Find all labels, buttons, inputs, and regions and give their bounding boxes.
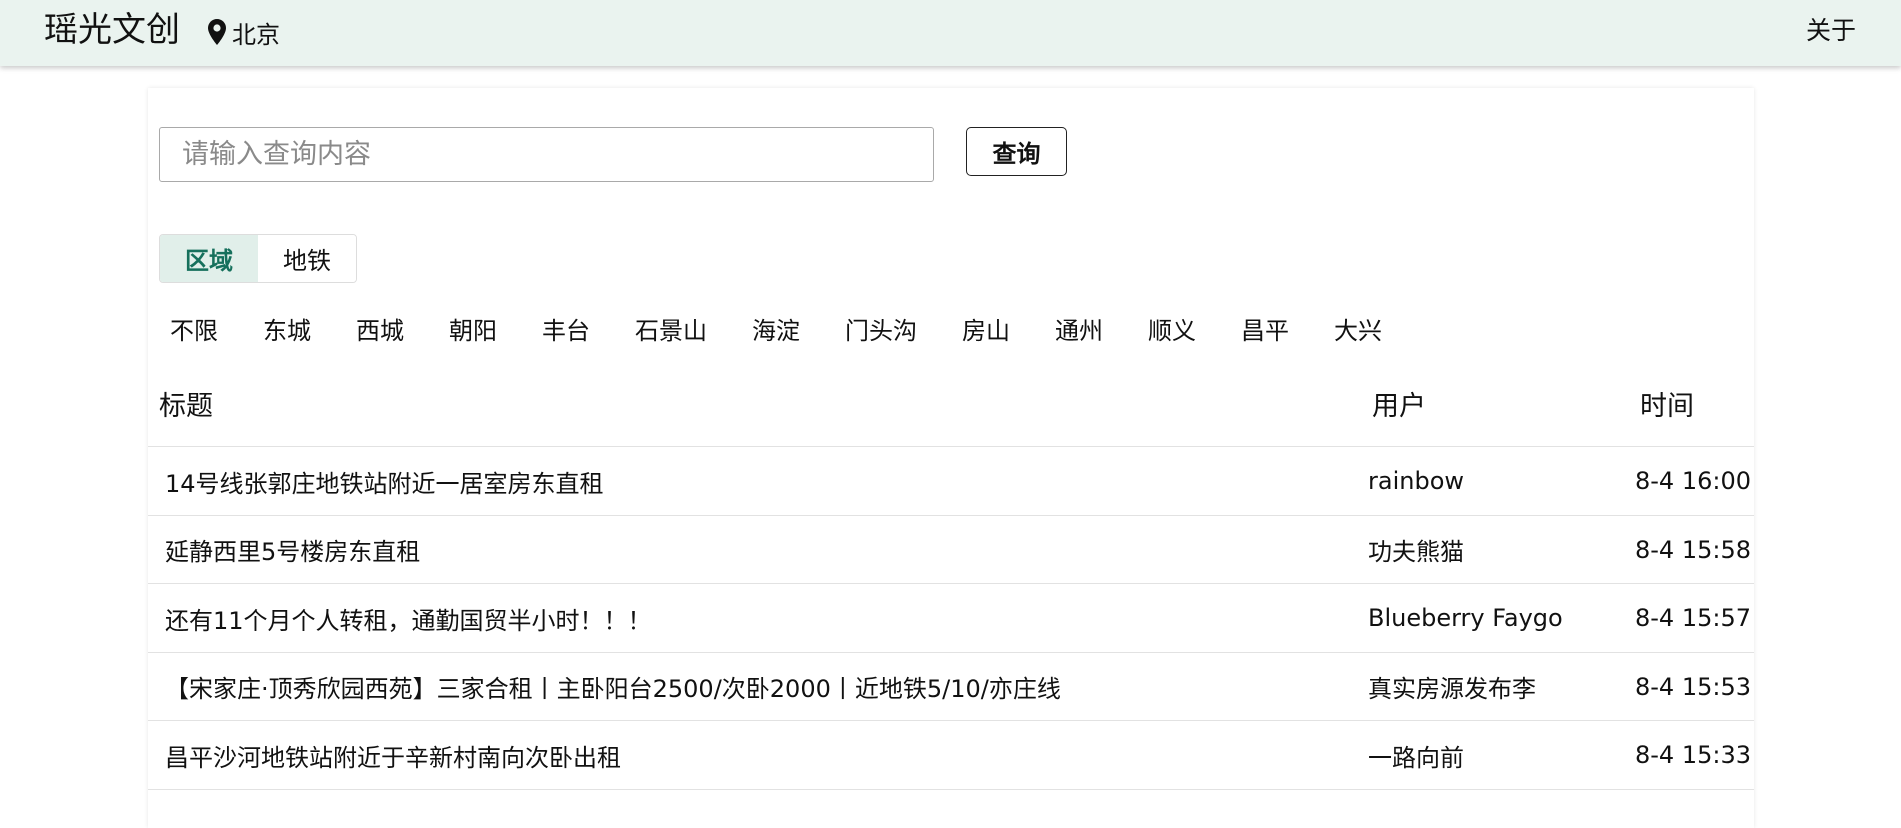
top-bar: 瑶光文创 北京 关于	[0, 0, 1901, 66]
city-label: 北京	[232, 20, 280, 49]
main-panel: 查询 区域 地铁 不限 东城 西城 朝阳 丰台 石景山 海淀 门头沟 房山 通州…	[148, 88, 1754, 828]
district-option[interactable]: 西城	[356, 311, 404, 346]
listing-user: rainbow	[1368, 467, 1464, 495]
brand-logo-text[interactable]: 瑶光文创	[44, 10, 180, 50]
table-row[interactable]: 延静西里5号楼房东直租 功夫熊猫 8-4 15:58	[148, 514, 1754, 584]
listing-title[interactable]: 昌平沙河地铁站附近于辛新村南向次卧出租	[165, 721, 621, 789]
district-option[interactable]: 大兴	[1334, 311, 1382, 346]
district-option[interactable]: 顺义	[1148, 311, 1196, 346]
listing-title[interactable]: 延静西里5号楼房东直租	[165, 516, 420, 584]
district-option[interactable]: 通州	[1055, 311, 1103, 346]
district-option[interactable]: 东城	[263, 311, 311, 346]
map-pin-icon	[208, 19, 226, 45]
about-link[interactable]: 关于	[1806, 15, 1856, 47]
tab-district[interactable]: 区域	[160, 235, 258, 282]
listing-table: 14号线张郭庄地铁站附近一居室房东直租 rainbow 8-4 16:00 延静…	[148, 446, 1754, 793]
table-row[interactable]: 还有11个月个人转租，通勤国贸半小时！！！ Blueberry Faygo 8-…	[148, 583, 1754, 652]
listing-user: 一路向前	[1368, 743, 1464, 772]
district-option[interactable]: 丰台	[542, 311, 590, 346]
column-header-title: 标题	[159, 391, 213, 422]
district-option[interactable]: 石景山	[635, 311, 707, 346]
district-option[interactable]: 朝阳	[449, 311, 497, 346]
listing-time: 8-4 15:57	[1635, 604, 1751, 632]
table-row[interactable]: 昌平沙河地铁站附近于辛新村南向次卧出租 一路向前 8-4 15:33	[148, 720, 1754, 789]
listing-title[interactable]: 【宋家庄·顶秀欣园西苑】三家合租丨主卧阳台2500/次卧2000丨近地铁5/10…	[165, 653, 1061, 721]
listing-time: 8-4 15:58	[1635, 535, 1751, 564]
listing-time: 8-4 16:00	[1635, 467, 1751, 495]
district-option[interactable]: 房山	[962, 311, 1010, 346]
tab-subway[interactable]: 地铁	[258, 235, 356, 282]
search-button[interactable]: 查询	[966, 127, 1067, 176]
listing-time: 8-4 15:33	[1635, 741, 1751, 769]
listing-title[interactable]: 还有11个月个人转租，通勤国贸半小时！！！	[165, 584, 652, 652]
filter-tabs: 区域 地铁	[159, 234, 357, 283]
table-row-divider	[148, 788, 1754, 793]
district-option[interactable]: 海淀	[752, 311, 800, 346]
table-row[interactable]: 14号线张郭庄地铁站附近一居室房东直租 rainbow 8-4 16:00	[148, 446, 1754, 515]
city-selector[interactable]: 北京	[208, 17, 280, 49]
column-header-time: 时间	[1640, 391, 1694, 422]
district-option[interactable]: 门头沟	[845, 311, 917, 346]
column-header-user: 用户	[1372, 391, 1426, 422]
listing-user: 功夫熊猫	[1368, 538, 1464, 566]
listing-title[interactable]: 14号线张郭庄地铁站附近一居室房东直租	[165, 447, 604, 515]
table-row[interactable]: 【宋家庄·顶秀欣园西苑】三家合租丨主卧阳台2500/次卧2000丨近地铁5/10…	[148, 651, 1754, 721]
listing-time: 8-4 15:53	[1635, 672, 1751, 701]
district-option[interactable]: 不限	[170, 311, 218, 346]
district-filter-list: 不限 东城 西城 朝阳 丰台 石景山 海淀 门头沟 房山 通州 顺义 昌平 大兴	[170, 310, 1427, 346]
district-option[interactable]: 昌平	[1241, 311, 1289, 346]
listing-user: 真实房源发布李	[1368, 675, 1536, 703]
search-input[interactable]	[159, 127, 934, 182]
listing-user: Blueberry Faygo	[1368, 604, 1563, 632]
